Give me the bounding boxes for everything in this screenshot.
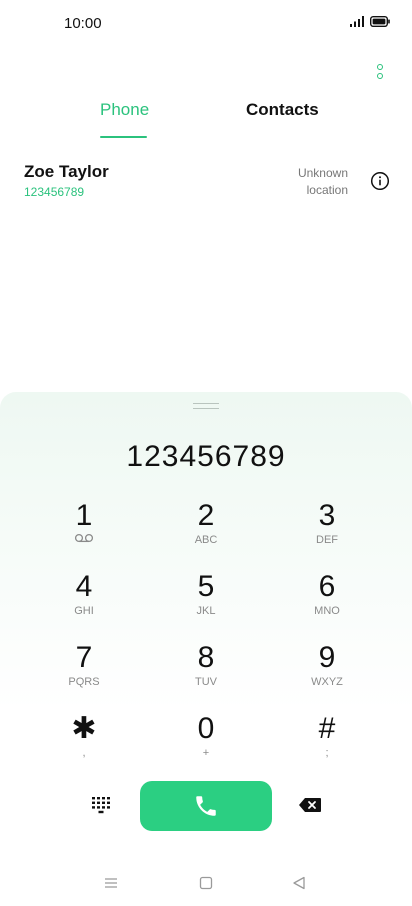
contact-number: 123456789 (24, 185, 85, 199)
key-digit: 5 (197, 570, 215, 603)
system-nav-bar (0, 870, 412, 900)
signal-icon (350, 16, 364, 27)
key-6[interactable]: 6 MNO (267, 571, 387, 633)
key-sub: GHI (74, 605, 94, 617)
key-sub: + (202, 747, 210, 759)
key-digit: 7 (75, 641, 93, 674)
call-log-item[interactable]: Zoe Taylor 123456789 Unknown location (0, 158, 412, 204)
key-4[interactable]: 4 GHI (24, 571, 144, 633)
tab-contacts[interactable]: Contacts (246, 100, 319, 120)
key-star[interactable]: ✱ , (24, 713, 144, 775)
back-icon[interactable] (292, 876, 306, 890)
dialed-number-display[interactable]: 123456789 (0, 440, 412, 474)
active-tab-indicator (100, 136, 147, 138)
key-5[interactable]: 5 JKL (146, 571, 266, 633)
backspace-icon[interactable] (298, 797, 322, 813)
key-3[interactable]: 3 DEF (267, 500, 387, 562)
key-sub (24, 533, 144, 547)
key-sub: PQRS (68, 676, 100, 688)
key-digit: 2 (197, 499, 215, 532)
voicemail-icon (74, 533, 94, 543)
more-options-icon-dot (377, 72, 383, 79)
key-digit: 4 (75, 570, 93, 603)
dialer-drag-handle[interactable] (193, 403, 219, 409)
menu-icon[interactable] (104, 876, 118, 890)
status-icons (350, 16, 390, 27)
key-2[interactable]: 2 ABC (146, 500, 266, 562)
more-options-button[interactable] (370, 60, 390, 82)
info-icon[interactable] (370, 171, 390, 191)
key-digit: 9 (318, 641, 336, 674)
key-sub: ABC (194, 534, 218, 546)
battery-icon (370, 16, 390, 27)
key-hash[interactable]: # ; (267, 713, 387, 775)
key-digit: 8 (197, 641, 215, 674)
key-digit: 6 (318, 570, 336, 603)
key-9[interactable]: 9 WXYZ (267, 642, 387, 704)
key-sub: MNO (314, 605, 340, 617)
key-0[interactable]: 0 + (146, 713, 266, 775)
contact-name: Zoe Taylor (24, 162, 109, 181)
key-sub: DEF (316, 534, 338, 546)
tab-phone[interactable]: Phone (100, 100, 149, 120)
home-icon[interactable] (199, 876, 213, 890)
phone-icon (196, 796, 216, 816)
key-digit: # (318, 712, 336, 745)
status-bar: 10:00 (0, 0, 412, 46)
key-sub: ; (325, 747, 329, 759)
key-sub: , (82, 747, 86, 759)
dialer-panel: 123456789 1 2 ABC 3 DEF 4 GHI 5 JKL 6 MN… (0, 392, 412, 906)
key-digit: 3 (318, 499, 336, 532)
key-digit: ✱ (71, 712, 97, 745)
key-sub: WXYZ (311, 676, 343, 688)
dialpad-icon[interactable] (90, 795, 112, 815)
key-8[interactable]: 8 TUV (146, 642, 266, 704)
contact-location: Unknown location (297, 166, 348, 197)
key-sub: JKL (196, 605, 216, 617)
more-options-icon (377, 63, 383, 70)
tab-bar: Phone Contacts (0, 100, 412, 140)
key-7[interactable]: 7 PQRS (24, 642, 144, 704)
status-time: 10:00 (64, 15, 102, 32)
key-digit: 1 (75, 499, 93, 532)
call-button[interactable] (140, 781, 272, 831)
key-1[interactable]: 1 (24, 500, 144, 562)
key-sub: TUV (195, 676, 217, 688)
key-digit: 0 (197, 712, 215, 745)
